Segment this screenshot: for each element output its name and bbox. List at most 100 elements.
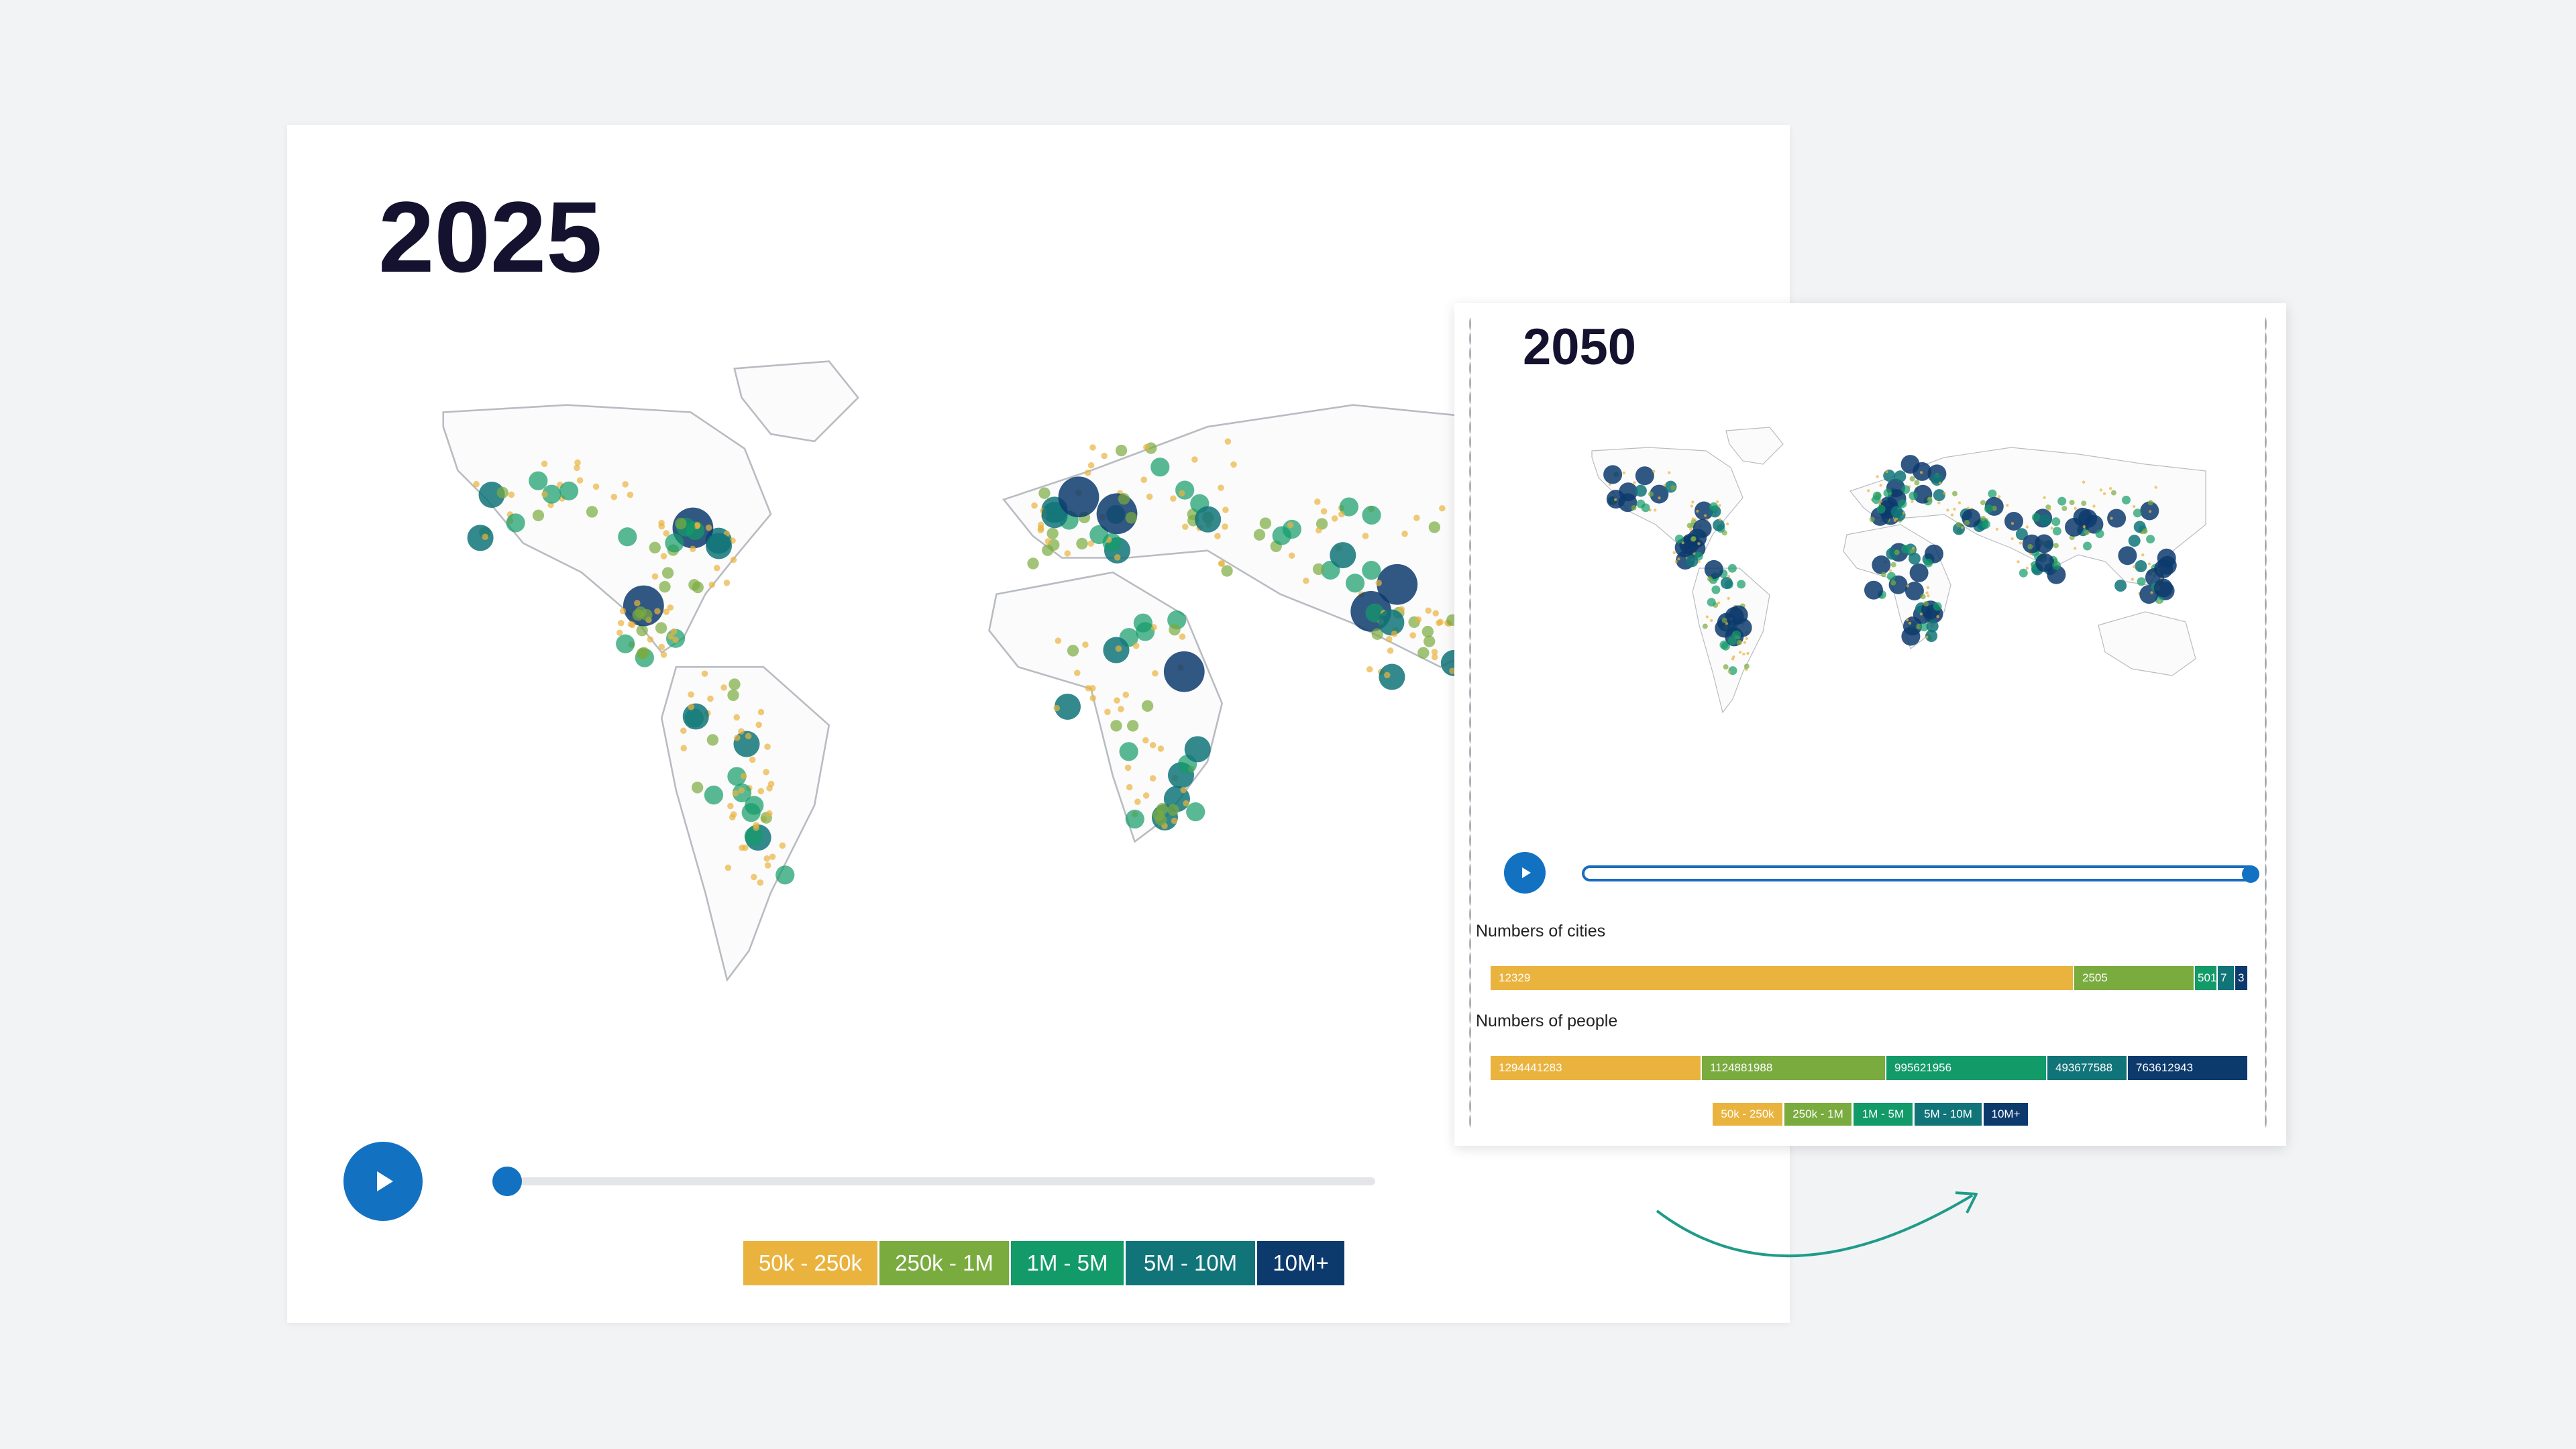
city-dot [1721, 617, 1727, 623]
timeline-track[interactable] [503, 1177, 1375, 1185]
city-dot [1919, 471, 1923, 474]
city-dot [1384, 672, 1391, 679]
city-dot [1726, 522, 1729, 526]
city-dot [1126, 720, 1139, 732]
city-dot [1879, 500, 1882, 503]
city-dot [2019, 541, 2023, 545]
city-dot [1658, 496, 1661, 500]
city-dot [1711, 585, 1721, 594]
map-card-2050: 2050 Numbers of cities 12329 2505 501 7 3 Nu… [1454, 303, 2286, 1146]
city-dot [649, 541, 661, 553]
city-dot [1362, 533, 1369, 539]
timeline-track[interactable] [1582, 865, 2258, 881]
city-dot [1909, 552, 1921, 565]
city-dot [1287, 521, 1294, 529]
city-dot [689, 545, 696, 553]
city-dot [1923, 601, 1929, 607]
city-dot [1125, 512, 1137, 524]
city-dot [2039, 514, 2051, 527]
city-dot [727, 689, 739, 702]
city-dot [2084, 529, 2090, 535]
city-dot [1633, 481, 1636, 484]
legend-item: 1M - 5M [1854, 1103, 1913, 1126]
city-dot [1890, 506, 1903, 518]
city-dot [1943, 492, 1946, 495]
timeline-handle[interactable] [2242, 865, 2259, 883]
city-dot [641, 608, 653, 621]
city-dot [2142, 528, 2148, 534]
city-dot [1115, 444, 1128, 457]
city-dot [1864, 580, 1883, 600]
city-dot [1933, 602, 1942, 611]
city-dot [727, 802, 734, 810]
city-dot [634, 600, 641, 606]
city-dot [2006, 504, 2009, 507]
city-dot [1737, 580, 1746, 589]
legend-item: 50k - 250k [743, 1241, 877, 1285]
city-dot [1946, 508, 1949, 512]
city-dot [619, 607, 627, 614]
city-dot [738, 787, 745, 794]
city-dot [1998, 495, 2001, 498]
cities-segment: 3 [2235, 966, 2249, 990]
year-title: 2025 [378, 180, 602, 293]
city-dot [713, 564, 720, 572]
city-dot [667, 604, 674, 611]
play-icon [1521, 867, 1531, 878]
timeline-handle[interactable] [492, 1167, 522, 1196]
city-dot [541, 491, 548, 498]
city-dot [1674, 534, 1684, 543]
city-dot [763, 855, 770, 862]
city-dot [1167, 804, 1179, 816]
city-dot [1085, 685, 1092, 692]
city-dot [1288, 552, 1295, 559]
city-dot [663, 530, 669, 537]
city-dot [1614, 498, 1617, 501]
legend-item: 5M - 10M [1915, 1103, 1982, 1126]
legend-item: 50k - 250k [1713, 1103, 1782, 1126]
curved-arrow-icon [1656, 1191, 1978, 1258]
play-button[interactable] [1504, 852, 1546, 894]
city-dot [1366, 665, 1373, 673]
city-dot [1124, 764, 1132, 771]
city-dot [1222, 523, 1228, 530]
city-dot [1031, 502, 1038, 509]
city-dot [764, 862, 771, 869]
city-dot [1738, 651, 1742, 654]
city-dot [1195, 506, 1222, 533]
city-dot [732, 790, 739, 797]
city-dot [1648, 491, 1654, 497]
city-dot [1883, 488, 1892, 498]
right-dotted-border [2265, 317, 2267, 1128]
city-dot [2141, 553, 2145, 557]
city-dot [1654, 508, 1657, 512]
legend-item: 10M+ [1984, 1103, 2028, 1126]
city-dot [1155, 814, 1167, 826]
city-dot [1908, 621, 1912, 625]
city-dot [2147, 500, 2153, 506]
city-dot [1183, 800, 1189, 807]
city-dot [1133, 613, 1152, 633]
city-dot [738, 728, 745, 735]
people-segment: 493677588 [2047, 1056, 2128, 1080]
city-dot [1101, 452, 1108, 460]
city-dot [1424, 635, 1436, 647]
city-dot [1950, 513, 1954, 517]
city-dot [1142, 792, 1150, 799]
city-dot [1417, 647, 1430, 659]
land-outline [1591, 427, 2206, 714]
cities-segment: 12329 [1491, 966, 2074, 990]
city-dot [2081, 500, 2087, 506]
city-dot [2052, 561, 2061, 570]
city-dot [1883, 470, 1896, 482]
city-dot [1163, 651, 1205, 692]
city-dot [1961, 526, 1964, 529]
city-dot [576, 477, 584, 484]
city-dot [1634, 484, 1647, 497]
city-dot [1691, 517, 1695, 521]
city-dot [1880, 572, 1886, 578]
city-dot [1707, 598, 1716, 607]
city-dot [1386, 636, 1393, 643]
play-button[interactable] [343, 1142, 423, 1221]
city-dot [1027, 557, 1039, 570]
